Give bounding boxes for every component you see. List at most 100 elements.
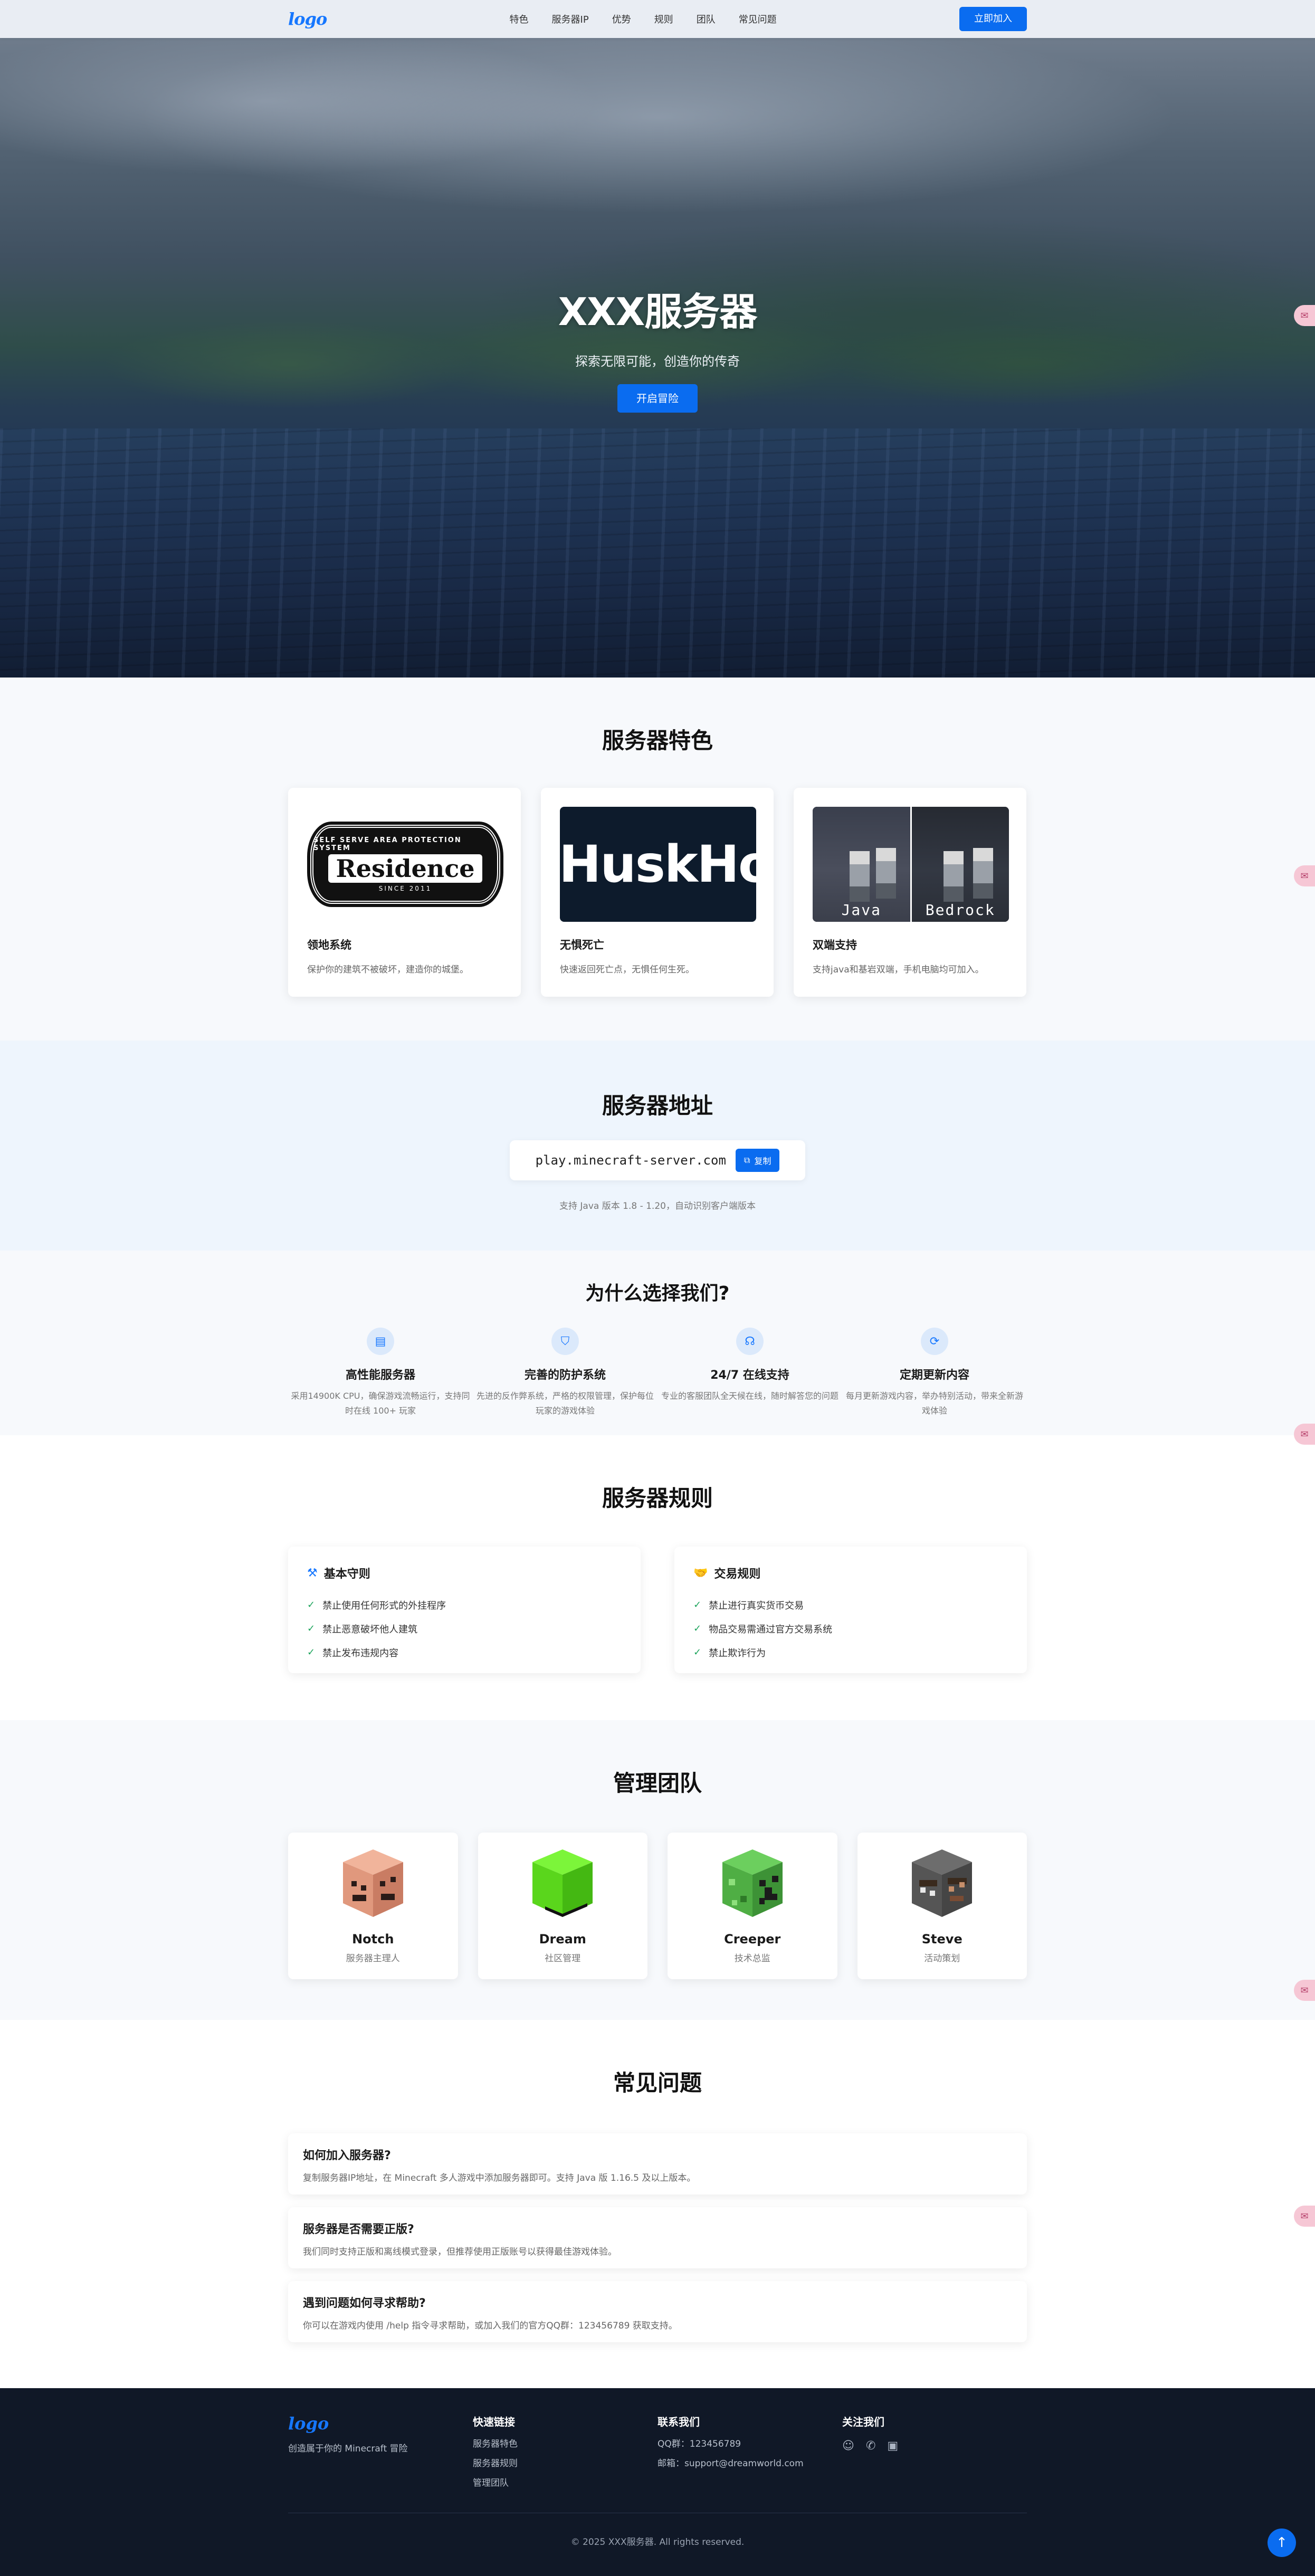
why-item-title: 高性能服务器 bbox=[345, 1369, 415, 1382]
member-role: 活动策划 bbox=[924, 1953, 960, 1964]
nav-link-rules[interactable]: 规则 bbox=[654, 12, 673, 26]
team-section: 管理团队 Notch 服务器主理人 Dream 社区管理 Creeper 技术总… bbox=[0, 1720, 1315, 2020]
back-to-top-button[interactable]: ↑ bbox=[1268, 2529, 1296, 2557]
faq-item[interactable]: 如何加入服务器? 复制服务器IP地址，在 Minecraft 多人游戏中添加服务… bbox=[288, 2133, 1027, 2195]
faq-question: 服务器是否需要正版? bbox=[303, 2223, 414, 2236]
member-role: 社区管理 bbox=[545, 1953, 581, 1964]
server-ip-title: 服务器地址 bbox=[602, 1093, 713, 1119]
check-icon: ✓ bbox=[307, 1623, 316, 1634]
nav-link-features[interactable]: 特色 bbox=[510, 12, 529, 26]
faq-section: 常见问题 如何加入服务器? 复制服务器IP地址，在 Minecraft 多人游戏… bbox=[0, 2020, 1315, 2388]
member-name: Notch bbox=[352, 1932, 394, 1947]
footer-link-team[interactable]: 管理团队 bbox=[473, 2475, 658, 2488]
nav-link-team[interactable]: 团队 bbox=[697, 12, 716, 26]
rules-section: 服务器规则 ⚒ 基本守则 ✓ 禁止使用任何形式的外挂程序 ✓ 禁止恶意破坏他人建筑 ✓… bbox=[0, 1435, 1315, 1720]
side-float-tag-icon[interactable]: ✉ bbox=[1294, 2206, 1315, 2227]
team-card: Creeper 技术总监 bbox=[668, 1833, 837, 1979]
why-item-title: 24/7 在线支持 bbox=[710, 1369, 789, 1382]
why-item-desc: 专业的客服团队全天候在线，随时解答您的问题 bbox=[661, 1391, 838, 1401]
gavel-icon: ⚒ bbox=[307, 1566, 318, 1580]
handshake-icon: 🤝 bbox=[693, 1566, 708, 1580]
side-float-tag-icon[interactable]: ✉ bbox=[1294, 865, 1315, 886]
qq-icon[interactable]: ☺ bbox=[842, 2439, 854, 2453]
why-item-desc: 每月更新游戏内容，举办特别活动，带来全新游戏体验 bbox=[845, 1391, 1023, 1416]
rule-item: ✓ 物品交易需通过官方交易系统 bbox=[693, 1623, 833, 1635]
creeper-avatar bbox=[722, 1849, 783, 1917]
side-float-tag-icon[interactable]: ✉ bbox=[1294, 1424, 1315, 1445]
join-now-button[interactable]: 立即加入 bbox=[959, 7, 1027, 31]
steve-avatar bbox=[912, 1849, 973, 1917]
feature-card-crossplay: Java Bedrock 双端支持 支持java和基岩双端，手机电脑均可加入。 bbox=[794, 788, 1026, 997]
copy-button-label: 复制 bbox=[754, 1156, 771, 1166]
feature-desc: 快速返回死亡点，无惧任何生死。 bbox=[560, 965, 694, 975]
feature-desc: 支持java和基岩双端，手机电脑均可加入。 bbox=[813, 965, 984, 975]
server-address[interactable]: play.minecraft-server.com bbox=[536, 1153, 726, 1168]
member-name: Steve bbox=[921, 1932, 963, 1947]
faq-question: 遇到问题如何寻求帮助? bbox=[303, 2297, 426, 2310]
bilibili-icon[interactable]: ▣ bbox=[887, 2439, 898, 2453]
rules-group-title: 基本守则 bbox=[323, 1568, 370, 1581]
notch-avatar bbox=[342, 1849, 403, 1917]
member-role: 技术总监 bbox=[734, 1953, 770, 1964]
version-note: 支持 Java 版本 1.8 - 1.20，自动识别客户端版本 bbox=[559, 1201, 756, 1211]
crossplay-image: Java Bedrock bbox=[813, 807, 1009, 922]
residence-image-top-text: SELF SERVE AREA PROTECTION SYSTEM bbox=[313, 836, 462, 852]
rules-title: 服务器规则 bbox=[602, 1485, 713, 1511]
start-adventure-button[interactable]: 开启冒险 bbox=[617, 384, 698, 413]
copy-icon: ⧉ bbox=[744, 1155, 750, 1165]
rule-item: ✓ 禁止使用任何形式的外挂程序 bbox=[307, 1599, 446, 1611]
side-float-tag-icon[interactable]: ✉ bbox=[1294, 305, 1315, 326]
team-title: 管理团队 bbox=[613, 1770, 702, 1796]
team-card: Notch 服务器主理人 bbox=[288, 1833, 458, 1979]
member-role: 服务器主理人 bbox=[346, 1953, 400, 1964]
why-item-title: 完善的防护系统 bbox=[524, 1369, 606, 1382]
rule-item: ✓ 禁止发布违规内容 bbox=[307, 1647, 399, 1659]
features-title: 服务器特色 bbox=[602, 728, 713, 753]
footer-link-rules[interactable]: 服务器规则 bbox=[473, 2456, 658, 2469]
footer-link-features[interactable]: 服务器特色 bbox=[473, 2436, 658, 2449]
dream-avatar bbox=[532, 1849, 593, 1917]
rule-item: ✓ 禁止进行真实货币交易 bbox=[693, 1599, 804, 1611]
features-section: 服务器特色 SELF SERVE AREA PROTECTION SYSTEM … bbox=[0, 678, 1315, 1041]
rules-card-trade: 🤝 交易规则 ✓ 禁止进行真实货币交易 ✓ 物品交易需通过官方交易系统 ✓ 禁止欺诈行为 bbox=[674, 1547, 1027, 1673]
feature-desc: 保护你的建筑不被破坏，建造你的城堡。 bbox=[307, 965, 469, 975]
feature-card-residence: SELF SERVE AREA PROTECTION SYSTEM Reside… bbox=[288, 788, 521, 997]
shield-icon: ⛉ bbox=[551, 1328, 579, 1355]
site-logo[interactable]: logo bbox=[288, 9, 327, 29]
team-card: Steve 活动策划 bbox=[857, 1833, 1027, 1979]
wechat-icon[interactable]: ✆ bbox=[866, 2439, 875, 2453]
check-icon: ✓ bbox=[693, 1647, 702, 1658]
side-float-tag-icon[interactable]: ✉ bbox=[1294, 1980, 1315, 2001]
rule-item: ✓ 禁止恶意破坏他人建筑 bbox=[307, 1623, 418, 1635]
footer-email[interactable]: 邮箱：support@dreamworld.com bbox=[658, 2456, 842, 2469]
java-label: Java bbox=[841, 901, 881, 919]
arrow-up-icon: ↑ bbox=[1276, 2535, 1288, 2551]
nav-link-server-ip[interactable]: 服务器IP bbox=[552, 12, 589, 26]
footer-contact-title: 联系我们 bbox=[658, 2416, 700, 2428]
why-item-desc: 采用14900K CPU，确保游戏流畅运行，支持同时在线 100+ 玩家 bbox=[291, 1391, 470, 1416]
feature-card-death: HuskHo 无惧死亡 快速返回死亡点，无惧任何生死。 bbox=[541, 788, 774, 997]
refresh-icon: ⟳ bbox=[921, 1328, 948, 1355]
faq-answer: 你可以在游戏内使用 /help 指令寻求帮助，或加入我们的官方QQ群：12345… bbox=[303, 2321, 678, 2331]
copy-button[interactable]: ⧉ 复制 bbox=[735, 1149, 780, 1172]
nav-link-advantages[interactable]: 优势 bbox=[612, 12, 631, 26]
faq-item[interactable]: 服务器是否需要正版? 我们同时支持正版和离线模式登录，但推荐使用正版账号以获得最… bbox=[288, 2207, 1027, 2268]
server-icon: ▤ bbox=[367, 1328, 394, 1355]
nav-link-faq[interactable]: 常见问题 bbox=[739, 12, 777, 26]
footer-logo[interactable]: logo bbox=[288, 2413, 473, 2434]
footer: logo 创造属于你的 Minecraft 冒险 快速链接 服务器特色 服务器规… bbox=[0, 2388, 1315, 2576]
huskhome-image: HuskHo bbox=[560, 807, 756, 922]
check-icon: ✓ bbox=[693, 1599, 702, 1610]
hero-background-water bbox=[0, 428, 1315, 678]
faq-answer: 复制服务器IP地址，在 Minecraft 多人游戏中添加服务器即可。支持 Ja… bbox=[303, 2173, 696, 2183]
why-item-desc: 先进的反作弊系统，严格的权限管理，保护每位玩家的游戏体验 bbox=[476, 1391, 654, 1416]
footer-follow-title: 关注我们 bbox=[842, 2416, 884, 2428]
residence-image-bottom-text: SINCE 2011 bbox=[378, 885, 432, 892]
faq-item[interactable]: 遇到问题如何寻求帮助? 你可以在游戏内使用 /help 指令寻求帮助，或加入我们… bbox=[288, 2281, 1027, 2342]
check-icon: ✓ bbox=[307, 1599, 316, 1610]
footer-quick-title: 快速链接 bbox=[473, 2416, 515, 2428]
why-item: ☊ 24/7 在线支持 专业的客服团队全天候在线，随时解答您的问题 bbox=[658, 1328, 842, 1418]
copyright: © 2025 XXX服务器. All rights reserved. bbox=[570, 2537, 745, 2548]
bedrock-label: Bedrock bbox=[925, 901, 995, 919]
faq-answer: 我们同时支持正版和离线模式登录，但推荐使用正版账号以获得最佳游戏体验。 bbox=[303, 2247, 617, 2257]
